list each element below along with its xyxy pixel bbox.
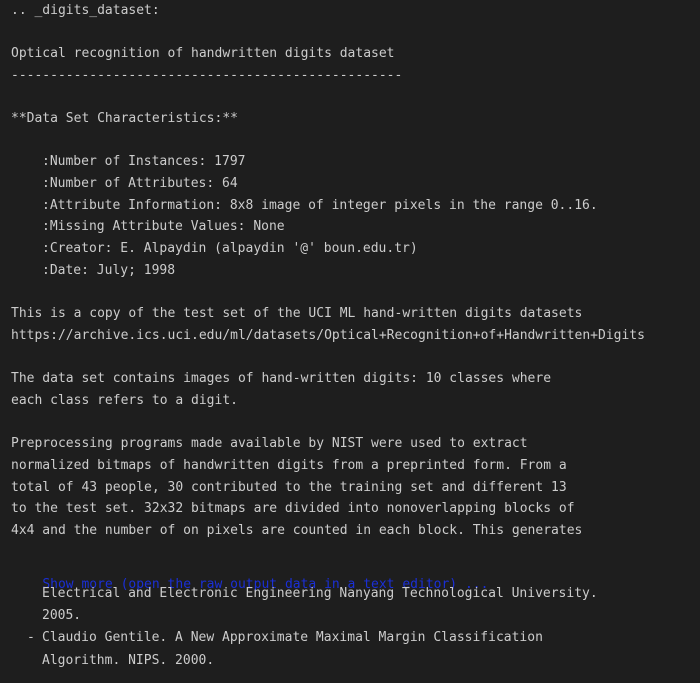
cell-output: .. _digits_dataset: Optical recognition … (0, 0, 700, 683)
header-label: .. _digits_dataset: (11, 3, 160, 18)
classes-paragraph-line: each class refers to a digit. (11, 393, 238, 408)
title-underline: ----------------------------------------… (11, 68, 403, 83)
preprocessing-paragraph-line: 4x4 and the number of on pixels are coun… (11, 523, 583, 538)
characteristic-item: :Creator: E. Alpaydin (alpaydin '@' boun… (42, 241, 418, 256)
preprocessing-paragraph-line: Preprocessing programs made available by… (11, 436, 528, 451)
tail-line: 2005. (42, 608, 82, 623)
characteristic-item: :Number of Instances: 1797 (42, 154, 246, 169)
tail-line: Electrical and Electronic Engineering Na… (42, 586, 598, 601)
dataset-title: Optical recognition of handwritten digit… (11, 46, 395, 61)
bullet-line: Algorithm. NIPS. 2000. (42, 653, 215, 668)
characteristic-item: :Date: July; 1998 (42, 263, 176, 278)
preprocessing-paragraph-line: to the test set. 32x32 bitmaps are divid… (11, 501, 575, 516)
characteristics-heading: **Data Set Characteristics:** (11, 111, 238, 126)
dataset-url: https://archive.ics.uci.edu/ml/datasets/… (11, 328, 645, 343)
copy-paragraph-line: This is a copy of the test set of the UC… (11, 306, 583, 321)
characteristic-item: :Attribute Information: 8x8 image of int… (42, 198, 598, 213)
characteristic-item: :Number of Attributes: 64 (42, 176, 238, 191)
bullet-dash: - (27, 630, 35, 645)
classes-paragraph-line: The data set contains images of hand-wri… (11, 371, 552, 386)
bullet-line: Claudio Gentile. A New Approximate Maxim… (42, 630, 543, 645)
preprocessing-paragraph-line: total of 43 people, 30 contributed to th… (11, 480, 567, 495)
characteristic-item: :Missing Attribute Values: None (42, 219, 285, 234)
preprocessing-paragraph-line: normalized bitmaps of handwritten digits… (11, 458, 567, 473)
